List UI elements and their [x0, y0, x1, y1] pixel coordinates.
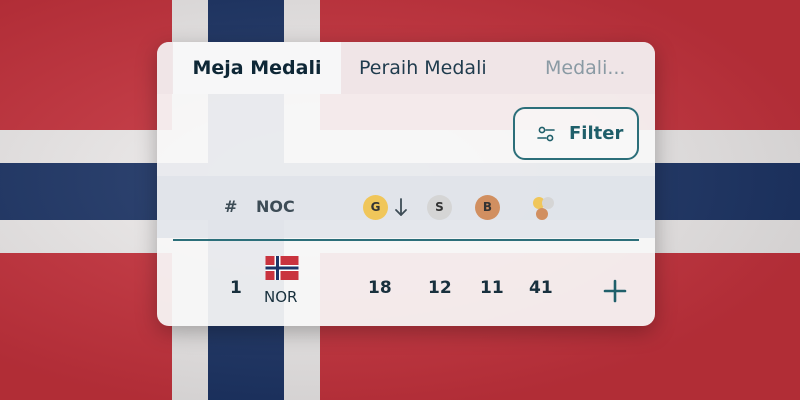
- tab-bar: Meja Medali Peraih Medali Medali...: [157, 42, 655, 94]
- total-medals-icon[interactable]: [529, 194, 559, 224]
- tab-meja-medali[interactable]: Meja Medali: [173, 42, 341, 94]
- row-silver-count: 12: [428, 278, 452, 298]
- filter-button[interactable]: Filter: [513, 107, 639, 160]
- filter-sliders-icon: [537, 126, 555, 142]
- gold-medal-icon[interactable]: G: [363, 195, 388, 220]
- bronze-medal-icon[interactable]: B: [475, 195, 500, 220]
- header-divider: [173, 239, 639, 241]
- arrow-down-icon[interactable]: [393, 196, 409, 218]
- tab-medali[interactable]: Medali...: [545, 42, 625, 94]
- medal-table-card: Meja Medali Peraih Medali Medali... Filt…: [157, 42, 655, 326]
- plus-icon[interactable]: [600, 276, 630, 306]
- header-rank: #: [224, 197, 238, 216]
- row-gold-count: 18: [368, 278, 392, 298]
- tab-peraih-medali[interactable]: Peraih Medali: [359, 42, 487, 94]
- table-row[interactable]: 1 NOR 18 12 11 41: [157, 242, 655, 326]
- filter-label: Filter: [569, 123, 624, 144]
- row-total-count: 41: [529, 278, 553, 298]
- table-header: # NOC G S B: [157, 176, 655, 238]
- row-bronze-count: 11: [480, 278, 504, 298]
- silver-medal-icon[interactable]: S: [427, 195, 452, 220]
- row-noc-code: NOR: [264, 288, 298, 306]
- norway-flag-icon: [265, 256, 299, 280]
- header-noc[interactable]: NOC: [256, 176, 295, 238]
- row-rank: 1: [230, 278, 242, 298]
